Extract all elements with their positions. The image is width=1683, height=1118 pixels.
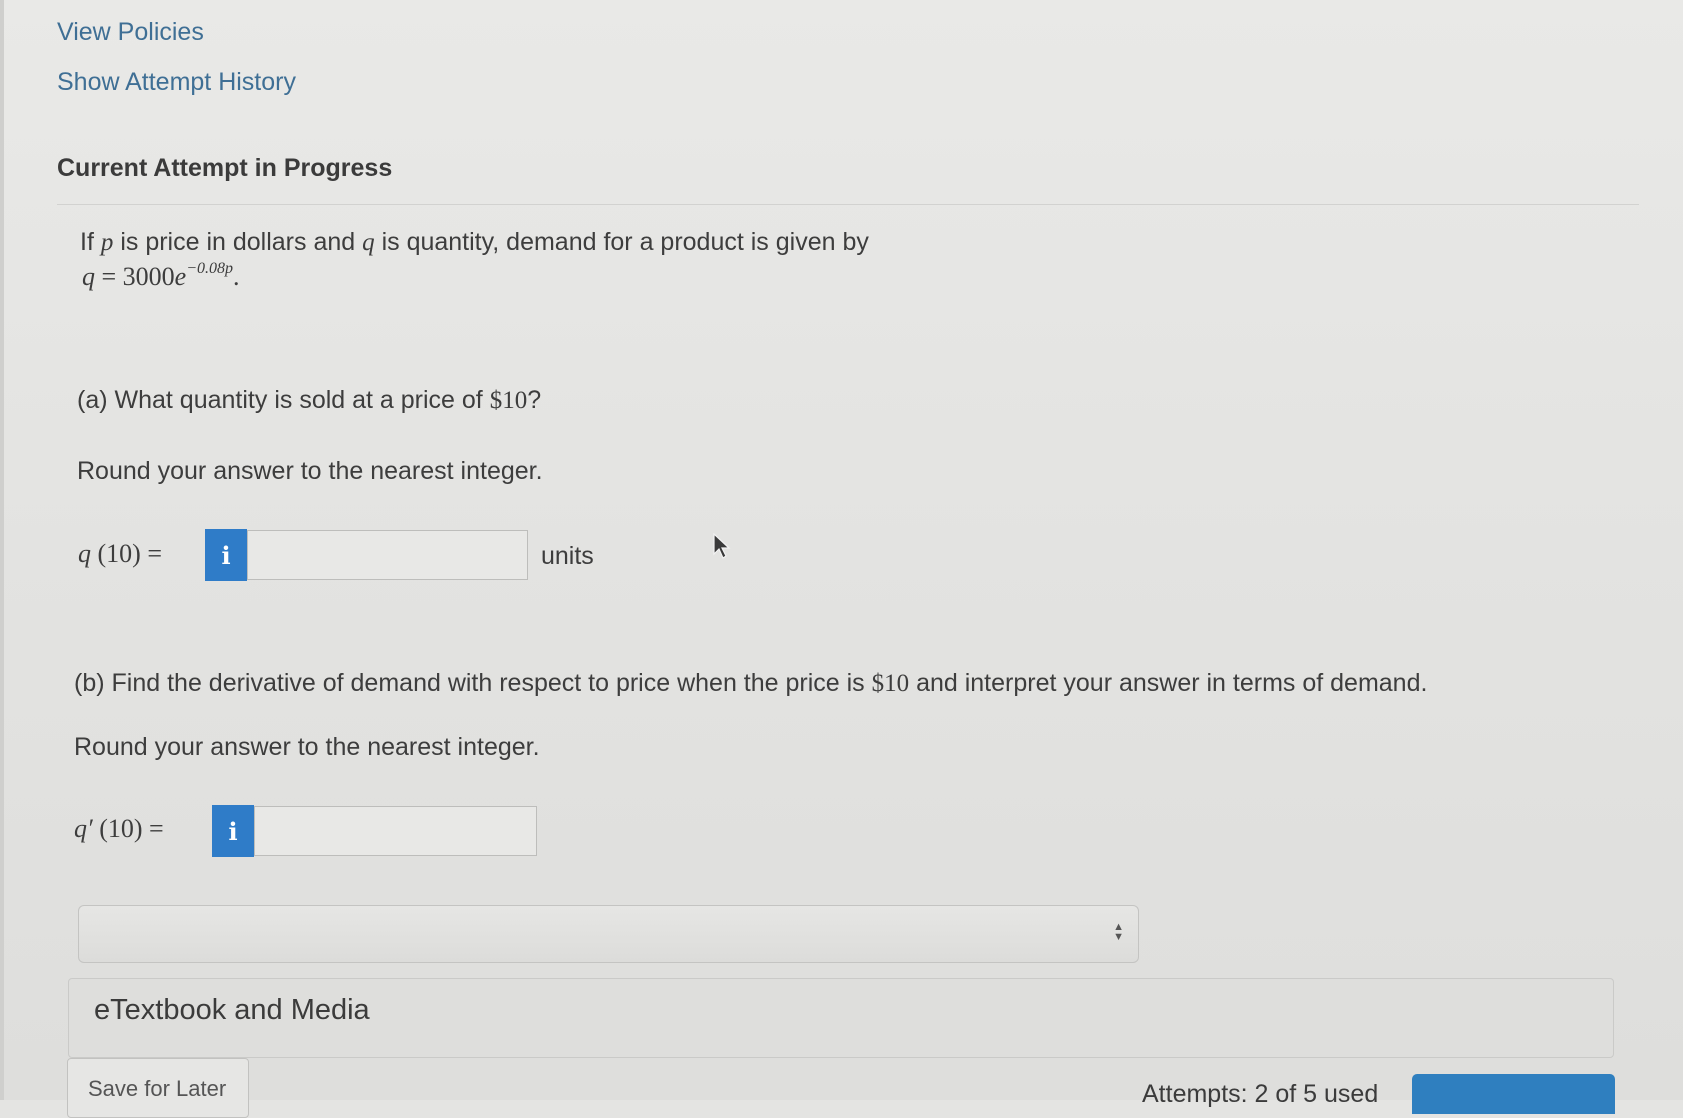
intro-mid: is price in dollars and (120, 228, 356, 256)
demand-equation: q = 3000e−0.08p. (82, 260, 240, 292)
var-q: q (362, 229, 375, 256)
equation-base: e (174, 262, 187, 291)
part-a-info-button[interactable]: i (205, 529, 247, 581)
part-b-question-suffix: and interpret your answer in terms of de… (909, 669, 1428, 697)
part-a-answer-rest: (10) = (97, 539, 162, 568)
info-icon: i (228, 816, 238, 846)
part-a-price: $10 (489, 387, 528, 414)
part-b-info-button[interactable]: i (212, 805, 254, 857)
left-edge (0, 0, 4, 1100)
equation-exponent: −0.08p (186, 260, 234, 277)
part-b-answer-label: q′ (10) = (74, 814, 164, 844)
var-p: p (100, 229, 114, 256)
intro-suffix: is quantity, demand for a product is giv… (381, 228, 869, 256)
mouse-cursor-icon (713, 533, 731, 559)
view-policies-link[interactable]: View Policies (57, 18, 204, 47)
problem-intro: If p is price in dollars and q is quanti… (80, 228, 869, 257)
save-for-later-button[interactable]: Save for Later (67, 1058, 249, 1118)
part-b-label: (b) (74, 669, 105, 697)
equation-lhs: q (82, 262, 95, 291)
attempts-counter: Attempts: 2 of 5 used (1142, 1080, 1379, 1108)
part-a-question-suffix: ? (527, 386, 542, 414)
equation-eq: = 3000 (95, 262, 175, 291)
part-b-round-note: Round your answer to the nearest integer… (74, 733, 540, 761)
etextbook-and-media-panel[interactable]: eTextbook and Media (68, 978, 1614, 1058)
select-arrows-icon: ▲ ▼ (1113, 921, 1124, 943)
part-a-answer-input[interactable] (247, 530, 528, 580)
part-b-answer-rest: (10) = (99, 814, 164, 843)
intro-prefix: If (80, 228, 94, 256)
page: View Policies Show Attempt History Curre… (0, 0, 1683, 1118)
show-attempt-history-link[interactable]: Show Attempt History (57, 68, 296, 97)
part-a-round-note: Round your answer to the nearest integer… (77, 457, 543, 485)
section-title: Current Attempt in Progress (57, 154, 393, 182)
submit-answer-button[interactable] (1412, 1074, 1615, 1114)
info-icon: i (221, 540, 231, 570)
part-b-question: (b) Find the derivative of demand with r… (74, 669, 1427, 698)
part-b-interpretation-select[interactable]: ▲ ▼ (78, 905, 1139, 963)
part-a-units: units (541, 542, 594, 570)
part-b-answer-input[interactable] (254, 806, 537, 856)
part-a-label: (a) (77, 386, 108, 414)
section-divider (57, 204, 1639, 205)
part-b-question-prefix: Find the derivative of demand with respe… (111, 669, 872, 697)
part-a-question-prefix: What quantity is sold at a price of (114, 386, 490, 414)
equation-end: . (233, 262, 240, 291)
etextbook-label: eTextbook and Media (94, 994, 370, 1026)
part-a-question: (a) What quantity is sold at a price of … (77, 386, 541, 415)
part-b-answer-var: q′ (74, 814, 93, 843)
part-a-answer-var: q (78, 539, 91, 568)
part-a-answer-label: q (10) = (78, 539, 162, 569)
part-b-price: $10 (871, 670, 910, 697)
